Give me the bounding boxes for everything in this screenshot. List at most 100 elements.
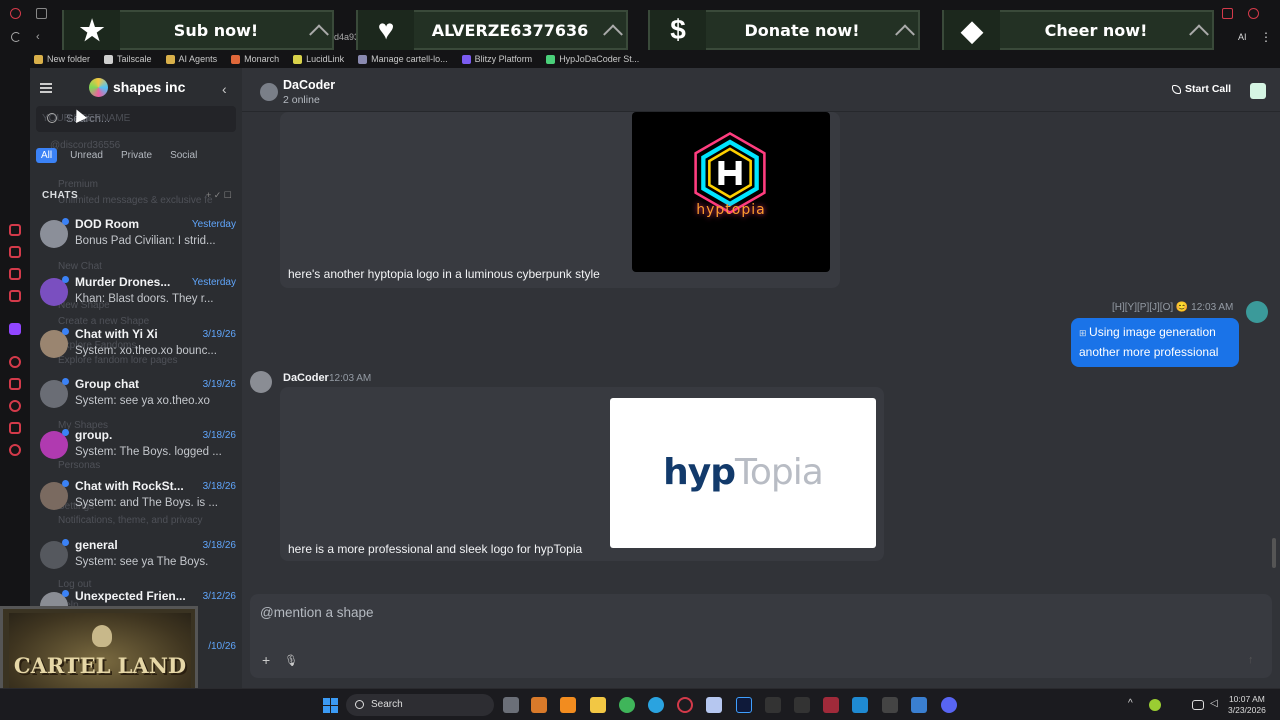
app-icon[interactable]: [619, 697, 635, 713]
chat-list-item[interactable]: Murder Drones... Yesterday Khan: Blast doo…: [36, 272, 236, 314]
vscode-icon[interactable]: [852, 697, 868, 713]
chat-name: group.: [75, 428, 113, 442]
rail-icon[interactable]: [9, 268, 21, 280]
chat-preview: System: xo.theo.xo bounc...: [75, 345, 217, 357]
app-icon[interactable]: [560, 697, 576, 713]
unread-dot: [62, 590, 69, 597]
bookmark-item[interactable]: New folder: [34, 54, 90, 64]
app-icon[interactable]: [531, 697, 547, 713]
telegram-icon[interactable]: [648, 697, 664, 713]
network-icon[interactable]: [1192, 700, 1204, 710]
app-icon[interactable]: [882, 697, 898, 713]
bookmark-label: Tailscale: [117, 54, 152, 64]
opera-icon[interactable]: [677, 697, 693, 713]
tray-app-icon[interactable]: [1149, 699, 1161, 711]
bookmark-item[interactable]: HypJoDaCoder St...: [546, 54, 639, 64]
bookmark-icon: [358, 54, 368, 64]
unread-dot: [62, 378, 69, 385]
app-icon[interactable]: [794, 697, 810, 713]
send-icon[interactable]: ↑: [1248, 654, 1254, 666]
photoshop-icon[interactable]: [736, 697, 752, 713]
volume-icon[interactable]: ◁: [1210, 698, 1220, 714]
chat-list-item[interactable]: DOD Room Yesterday Bonus Pad Civilian: I s…: [36, 214, 236, 256]
rail-icon[interactable]: [9, 444, 21, 456]
app-icon[interactable]: [823, 697, 839, 713]
chat-list-item[interactable]: Chat with RockSt... 3/18/26 System: and Th…: [36, 476, 236, 518]
rail-icon[interactable]: [9, 356, 21, 368]
filter-private[interactable]: Private: [116, 148, 157, 163]
window-close-icon[interactable]: [1248, 8, 1259, 19]
sub-banner: ★ Sub now!: [62, 10, 334, 50]
bookmark-item[interactable]: Monarch: [231, 54, 279, 64]
chat-list-item[interactable]: Group chat 3/19/26 System: see ya xo.theo.…: [36, 374, 236, 416]
rail-icon[interactable]: [9, 400, 21, 412]
tray-chevron-icon[interactable]: ^: [1128, 698, 1138, 714]
bookmark-item[interactable]: Manage cartell-lo...: [358, 54, 448, 64]
clock[interactable]: 10:07 AM 3/23/2026: [1228, 694, 1266, 716]
panel-toggle-icon[interactable]: [1250, 83, 1266, 99]
filter-unread[interactable]: Unread: [65, 148, 108, 163]
skull-emblem: [92, 625, 112, 647]
chat-list-item[interactable]: group. 3/18/26 System: The Boys. logged ..…: [36, 425, 236, 467]
window-maximize-icon[interactable]: [1222, 8, 1233, 19]
bookmark-item[interactable]: AI Agents: [165, 54, 217, 64]
more-icon[interactable]: ⋮: [1260, 30, 1272, 44]
taskbar-search[interactable]: Search: [346, 694, 494, 716]
user-avatar[interactable]: [1246, 301, 1268, 323]
tab-icon[interactable]: [36, 8, 47, 19]
windows-start-icon[interactable]: [323, 698, 338, 713]
bookmark-item[interactable]: Tailscale: [104, 54, 152, 64]
app-icon[interactable]: [765, 697, 781, 713]
hamburger-menu-icon[interactable]: [40, 83, 52, 93]
chat-date: Yesterday: [191, 277, 236, 288]
chat-name: Chat with RockSt...: [75, 479, 184, 493]
reload-icon[interactable]: [11, 32, 21, 42]
back-icon[interactable]: ‹: [36, 31, 40, 43]
chat-name: general: [75, 538, 118, 552]
group-avatar[interactable]: [260, 83, 278, 101]
app-icon[interactable]: [706, 697, 722, 713]
donate-banner-label: Donate now!: [744, 20, 860, 40]
browser-side-rail: [0, 68, 30, 688]
chat-panel: DaCoder 2 online Start Call hyptopia her…: [242, 68, 1280, 688]
bookmark-item[interactable]: LucidLink: [293, 54, 344, 64]
scrollbar[interactable]: [1272, 538, 1276, 568]
start-call-button[interactable]: Start Call: [1172, 83, 1231, 95]
rail-icon[interactable]: [9, 422, 21, 434]
collapse-sidebar-icon[interactable]: ‹: [222, 81, 227, 97]
browser-menu-icon[interactable]: [10, 8, 21, 19]
add-attachment-icon[interactable]: +: [262, 652, 270, 668]
bookmark-icon: [461, 54, 471, 64]
app-icon[interactable]: [911, 697, 927, 713]
diamond-icon: ◆: [944, 10, 1000, 50]
chat-list-item[interactable]: Chat with Yi Xi 3/19/26 System: xo.theo.xo…: [36, 324, 236, 366]
image-gen-icon: ⊞: [1079, 328, 1090, 338]
cyberpunk-logo-image[interactable]: hyptopia: [632, 112, 830, 272]
twitch-icon[interactable]: [9, 323, 21, 335]
discord-icon[interactable]: [941, 697, 957, 713]
bookmark-item[interactable]: Blitzy Platform: [461, 54, 532, 64]
task-view-icon[interactable]: [503, 697, 519, 713]
file-explorer-icon[interactable]: [590, 697, 606, 713]
rail-icon[interactable]: [9, 224, 21, 236]
chat-date: /10/26: [208, 641, 236, 652]
chat-list-item[interactable]: general 3/18/26 System: see ya The Boys.: [36, 535, 236, 577]
message-time: 12:03 AM: [329, 373, 372, 384]
professional-logo-image[interactable]: hypTopia: [610, 398, 876, 548]
rail-icon[interactable]: [9, 290, 21, 302]
chat-title[interactable]: DaCoder: [283, 78, 335, 92]
user-message-bubble: ⊞ Using image generation another more pr…: [1071, 318, 1239, 367]
dacoder-avatar[interactable]: [250, 371, 272, 393]
ai-button[interactable]: AI: [1238, 32, 1247, 42]
user-message-line-2: another more professional: [1079, 345, 1219, 359]
new-chat-icon[interactable]: + ✓ ☐: [206, 190, 232, 201]
filter-social[interactable]: Social: [165, 148, 202, 163]
message-author[interactable]: DaCoder: [283, 372, 329, 384]
message-composer[interactable]: @mention a shape + 🎙 ↑: [250, 594, 1272, 678]
chat-preview: Khan: Blast doors. They r...: [75, 293, 214, 305]
rail-icon[interactable]: [9, 378, 21, 390]
filter-all[interactable]: All: [36, 148, 58, 163]
rail-icon[interactable]: [9, 246, 21, 258]
chat-preview: System: The Boys. logged ...: [75, 446, 222, 458]
microphone-icon[interactable]: 🎙: [284, 654, 298, 667]
